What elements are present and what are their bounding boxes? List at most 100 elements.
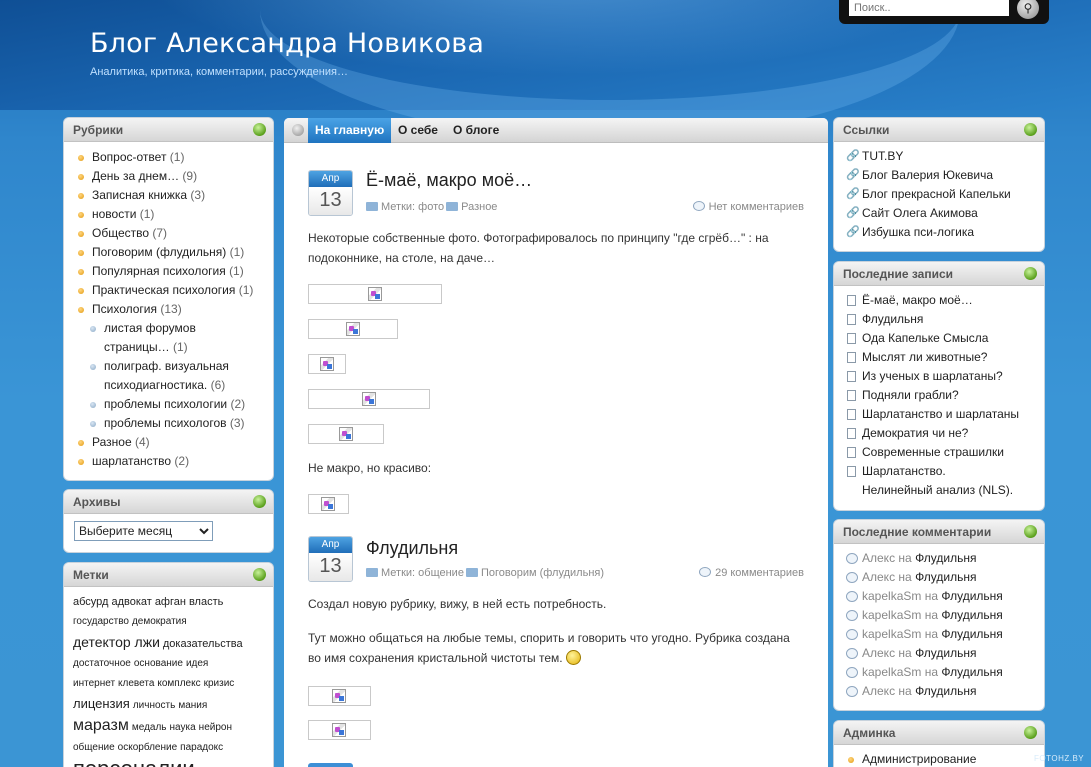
recent-post-item[interactable]: Ё-маё, макро моё… <box>844 291 1034 310</box>
comment-author[interactable]: kapelkaSm <box>862 608 921 622</box>
rubric-item[interactable]: Популярная психология (1) <box>74 262 263 281</box>
comment-post-link[interactable]: Флудильня <box>941 665 1002 679</box>
recent-post-item[interactable]: Демократия чи не? <box>844 424 1034 443</box>
tag-link[interactable]: персоналии <box>73 756 195 767</box>
link-item[interactable]: 🔗 TUT.BY <box>844 147 1034 166</box>
rubric-item[interactable]: Практическая психология (1) <box>74 281 263 300</box>
tag-link[interactable]: парадокс <box>180 742 223 753</box>
tag-link[interactable]: комплекс <box>157 678 200 689</box>
comment-author[interactable]: kapelkaSm <box>862 665 921 679</box>
link-item[interactable]: 🔗 Избушка пси-логика <box>844 223 1034 242</box>
post-comments-link[interactable]: Нет комментариев <box>709 201 804 213</box>
broken-image[interactable] <box>308 284 442 304</box>
rubric-item[interactable]: День за днем… (9) <box>74 167 263 186</box>
tag-link[interactable]: идея <box>186 658 208 669</box>
nav-about-blog[interactable]: О блоге <box>446 118 506 143</box>
link-item[interactable]: 🔗 Блог прекрасной Капельки <box>844 185 1034 204</box>
tag-link[interactable]: лицензия <box>73 696 130 711</box>
broken-image[interactable] <box>308 720 371 740</box>
post-category[interactable]: Разное <box>461 201 497 213</box>
post-tags[interactable]: Метки: фото <box>381 201 444 213</box>
broken-image[interactable] <box>308 354 346 374</box>
tag-link[interactable]: государство <box>73 616 129 627</box>
tag-link[interactable]: клевета <box>118 678 154 689</box>
comment-post-link[interactable]: Флудильня <box>941 627 1002 641</box>
nav-home[interactable]: На главную <box>308 118 392 143</box>
archive-month-select[interactable]: Выберите месяц <box>74 521 213 541</box>
tag-link[interactable]: личность <box>133 700 176 711</box>
tag-link[interactable]: кризис <box>204 678 235 689</box>
broken-image[interactable] <box>308 319 398 339</box>
comment-post-link[interactable]: Флудильня <box>941 589 1002 603</box>
rubric-item[interactable]: новости (1) <box>74 205 263 224</box>
tag-link[interactable]: доказательства <box>163 638 243 650</box>
rubric-item[interactable]: Общество (7) <box>74 224 263 243</box>
comment-author[interactable]: Алекс <box>862 570 895 584</box>
tag-link[interactable]: адвокат <box>111 596 151 608</box>
rubric-subitem[interactable]: проблемы психологов (3) <box>86 414 263 433</box>
tag-link[interactable]: оскорбление <box>118 742 178 753</box>
comment-author[interactable]: Алекс <box>862 684 895 698</box>
recent-post-item[interactable]: Флудильня <box>844 310 1034 329</box>
tag-link[interactable]: медаль <box>132 722 167 733</box>
tag-link[interactable]: абсурд <box>73 596 108 608</box>
comment-author[interactable]: Алекс <box>862 551 895 565</box>
rubric-item[interactable]: Записная книжка (3) <box>74 186 263 205</box>
recent-post-item[interactable]: Ода Капельке Смысла <box>844 329 1034 348</box>
comment-post-link[interactable]: Флудильня <box>915 684 976 698</box>
recent-post-item[interactable]: Шарлатанство. Нелинейный анализ (NLS). <box>844 462 1019 500</box>
recent-post-item[interactable]: Мыслят ли животные? <box>844 348 1034 367</box>
admin-item[interactable]: Администрирование <box>844 750 1034 767</box>
broken-image[interactable] <box>308 686 371 706</box>
comment-bubble-icon <box>692 201 705 211</box>
tag-link[interactable]: общение <box>73 742 115 753</box>
comment-post-link[interactable]: Флудильня <box>915 646 976 660</box>
search-input[interactable] <box>849 0 1009 16</box>
tag-link[interactable]: маразм <box>73 717 129 734</box>
tag-link[interactable]: демократия <box>132 616 187 627</box>
comment-post-link[interactable]: Флудильня <box>941 608 1002 622</box>
comment-author[interactable]: kapelkaSm <box>862 627 921 641</box>
comment-author[interactable]: Алекс <box>862 646 895 660</box>
post-category[interactable]: Поговорим (флудильня) <box>481 567 604 579</box>
link-item[interactable]: 🔗 Блог Валерия Юкевича <box>844 166 1034 185</box>
comment-post-link[interactable]: Флудильня <box>915 551 976 565</box>
magnifier-icon: ⚲ <box>1023 1 1033 15</box>
post-tags[interactable]: Метки: общение <box>381 567 464 579</box>
tag-link[interactable]: детектор лжи <box>73 634 160 650</box>
rubric-item[interactable]: Поговорим (флудильня) (1) <box>74 243 263 262</box>
link-icon: 🔗 <box>846 169 860 181</box>
post-title[interactable]: Ё-маё, макро моё… <box>366 170 532 191</box>
broken-image[interactable] <box>308 494 349 514</box>
tag-link[interactable]: интернет <box>73 678 115 689</box>
rubric-subitem[interactable]: проблемы психологии (2) <box>86 395 263 414</box>
rubric-item[interactable]: шарлатанство (2) <box>74 452 263 471</box>
recent-post-item[interactable]: Из ученых в шарлатаны? <box>844 367 1034 386</box>
broken-image[interactable] <box>308 389 430 409</box>
broken-image[interactable] <box>308 424 384 444</box>
rubric-item[interactable]: Психология (13) <box>74 300 263 319</box>
tag-link[interactable]: достаточное <box>73 658 131 669</box>
link-item[interactable]: 🔗 Сайт Олега Акимова <box>844 204 1034 223</box>
nav-about-me[interactable]: О себе <box>391 118 445 143</box>
recent-post-item[interactable]: Современные страшилки <box>844 443 1034 462</box>
recent-post-item[interactable]: Шарлатанство и шарлатаны <box>844 405 1034 424</box>
tag-link[interactable]: афган <box>155 596 186 608</box>
post-comments-link[interactable]: 29 комментариев <box>715 567 804 579</box>
tag-link[interactable]: наука <box>170 722 196 733</box>
tag-link[interactable]: мания <box>178 700 207 711</box>
tag-link[interactable]: основание <box>134 658 183 669</box>
tag-link[interactable]: нейрон <box>199 722 232 733</box>
post-title[interactable]: Флудильня <box>366 538 458 559</box>
site-title[interactable]: Блог Александра Новикова <box>90 28 484 59</box>
rubric-item[interactable]: Разное (4) <box>74 433 263 452</box>
tag-link[interactable]: власть <box>189 596 223 608</box>
rubric-item[interactable]: Вопрос-ответ (1) <box>74 148 263 167</box>
comment-author[interactable]: kapelkaSm <box>862 589 921 603</box>
search-button[interactable]: ⚲ <box>1017 0 1039 19</box>
rubric-subitem[interactable]: полиграф. визуальная психодиагностика. (… <box>86 357 236 395</box>
comment-post-link[interactable]: Флудильня <box>915 570 976 584</box>
recent-post-item[interactable]: Подняли грабли? <box>844 386 1034 405</box>
rubric-subitem[interactable]: листая форумов страницы… (1) <box>86 319 206 357</box>
main-nav: На главную О себе О блоге <box>284 118 828 143</box>
